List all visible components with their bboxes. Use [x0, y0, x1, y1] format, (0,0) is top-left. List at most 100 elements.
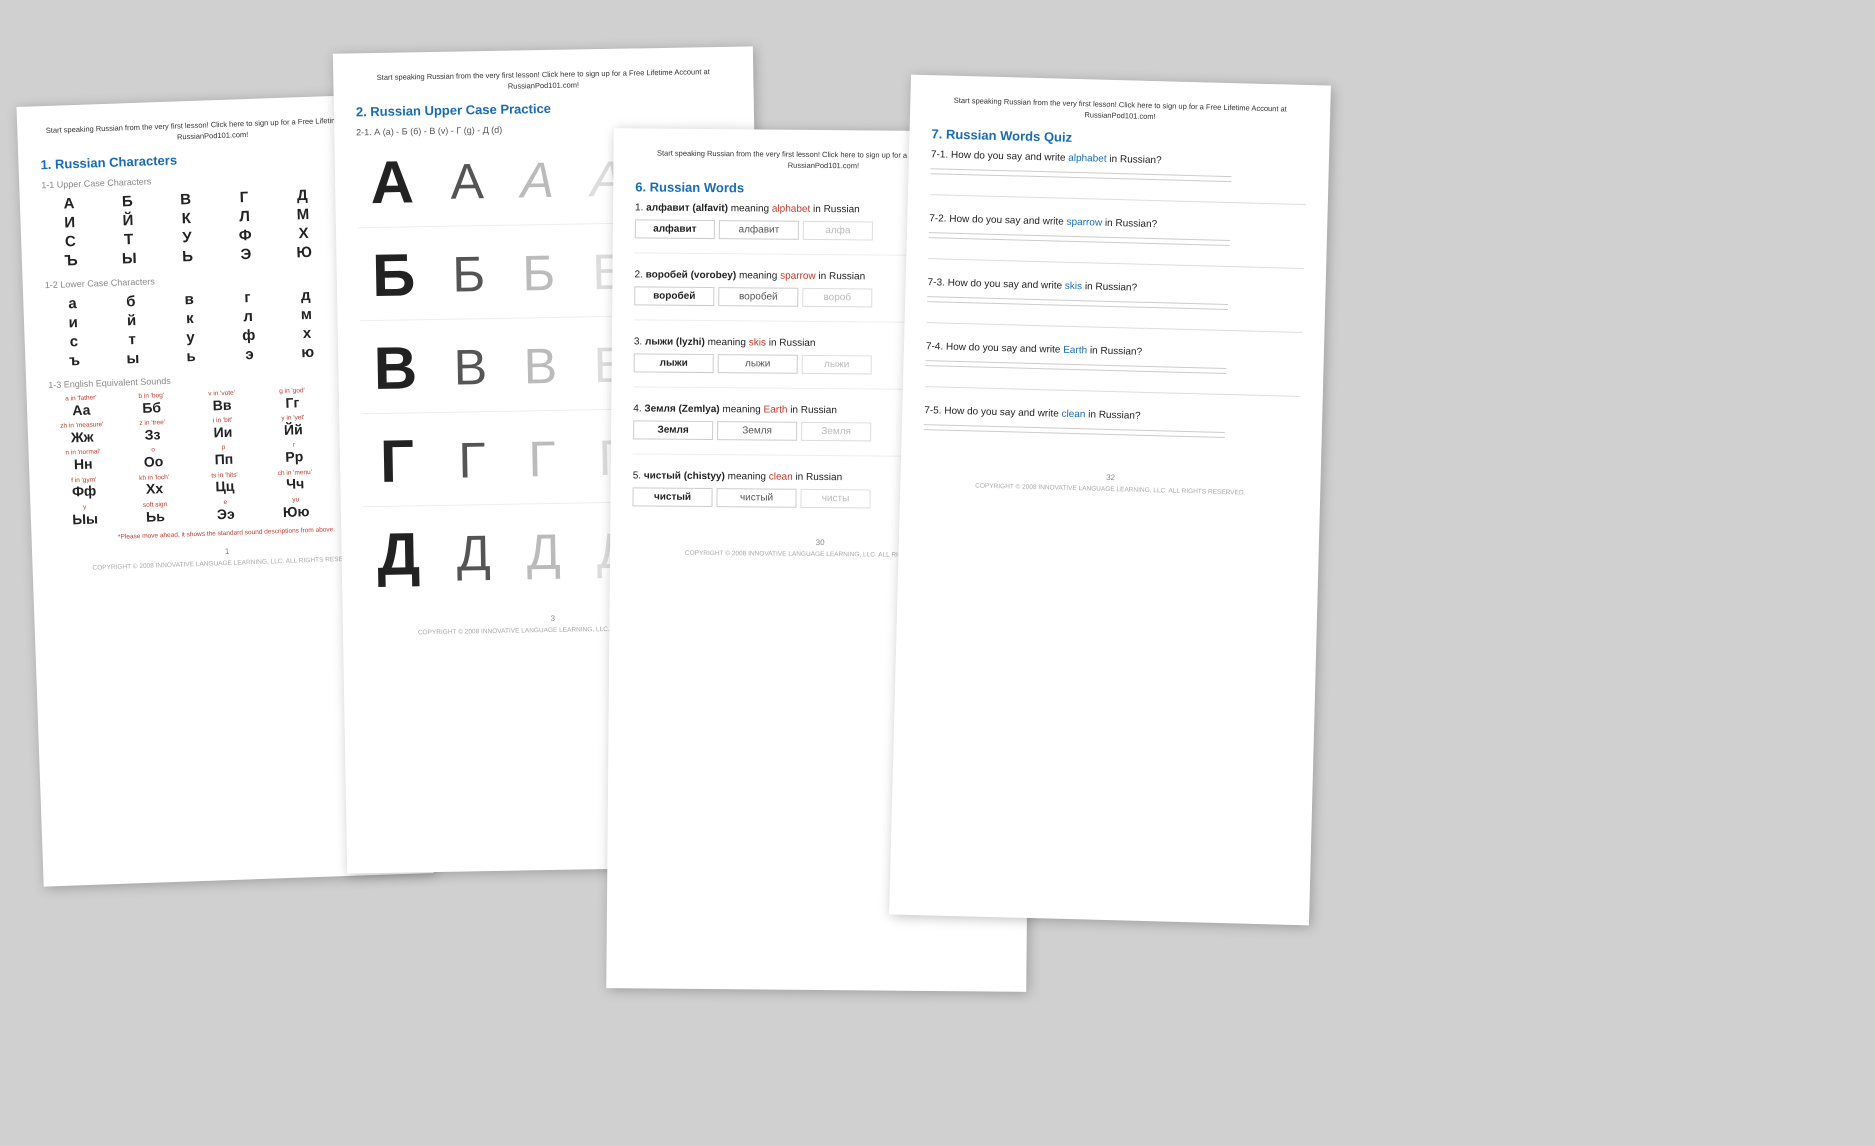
word-box-3a: лыжи	[634, 353, 714, 373]
char-cell: Э	[219, 245, 274, 264]
word-box-3b: лыжи	[718, 354, 798, 374]
quiz-q3-suffix: in Russian?	[1085, 281, 1138, 293]
char-cell: К	[159, 209, 214, 228]
char-cell: А	[42, 194, 97, 213]
equiv-cell: z in 'tree' Зз	[120, 419, 185, 444]
quiz-answer-line-3	[927, 296, 1228, 305]
equiv-cell: kh in 'loch' Хх	[122, 473, 187, 498]
quiz-q1-suffix: in Russian?	[1109, 154, 1162, 166]
quiz-q4-text: How do you say and write	[946, 342, 1064, 356]
char-cell: в	[162, 290, 217, 309]
char-cell: х	[280, 324, 335, 343]
quiz-q-text-1: 7-1. How do you say and write alphabet i…	[931, 149, 1307, 170]
word-lang-3: in Russian	[769, 338, 816, 349]
page4-header: Start speaking Russian from the very fir…	[932, 95, 1308, 126]
equiv-cell: n in 'normal' Нн	[51, 448, 116, 473]
quiz-q3-num: 7-3.	[927, 277, 947, 289]
word-en-3: skis	[749, 337, 766, 348]
quiz-answer-line-2	[929, 232, 1230, 241]
lp-char-d-bold: Д	[363, 524, 434, 585]
char-cell: ъ	[47, 351, 102, 370]
char-cell: б	[103, 292, 158, 311]
quiz-question-2: 7-2. How do you say and write sparrow in…	[928, 213, 1305, 269]
equiv-cell: f in 'gym' Фф	[51, 475, 116, 500]
quiz-answer-line-4	[926, 360, 1227, 369]
lp-char-v-light: В	[510, 341, 571, 392]
lp-char-d-light: Д	[513, 527, 574, 578]
quiz-q4-highlight: Earth	[1063, 345, 1087, 357]
char-cell: И	[42, 213, 97, 232]
quiz-q-text-2: 7-2. How do you say and write sparrow in…	[929, 213, 1305, 234]
quiz-q2-suffix: in Russian?	[1105, 218, 1158, 230]
word-num-4: 4.	[633, 403, 644, 414]
lp-char-g-medium: Г	[442, 435, 503, 486]
lp-char-b-bold: Б	[358, 245, 429, 306]
word-en-4: Earth	[763, 405, 787, 416]
word-box-5a: чистый	[632, 487, 712, 507]
equiv-cell: r Рр	[262, 441, 327, 466]
lp-char-a-light: А	[507, 155, 568, 206]
quiz-q5-text: How do you say and write	[944, 406, 1062, 420]
char-cell: М	[275, 205, 330, 224]
char-cell: Д	[275, 186, 330, 205]
page2-header: Start speaking Russian from the very fir…	[355, 67, 731, 95]
word-box-1b: алфавит	[719, 220, 799, 240]
word-box-1a: алфавит	[635, 219, 715, 239]
char-cell: д	[278, 286, 333, 305]
char-cell: ю	[280, 343, 335, 362]
quiz-question-3: 7-3. How do you say and write skis in Ru…	[927, 277, 1304, 333]
equiv-cell: o Оо	[121, 446, 186, 471]
quiz-q5-num: 7-5.	[924, 405, 944, 417]
word-box-2c: вороб	[802, 288, 872, 308]
char-cell: г	[220, 288, 275, 307]
quiz-question-5: 7-5. How do you say and write clean in R…	[923, 405, 1300, 460]
lp-char-g-bold: Г	[361, 431, 432, 492]
equiv-cell: ch in 'menu' Чч	[263, 468, 328, 493]
quiz-q-text-5: 7-5. How do you say and write clean in R…	[924, 405, 1300, 426]
char-cell: Г	[217, 188, 272, 207]
lp-char-v-bold: В	[360, 338, 431, 399]
char-cell: Ю	[277, 243, 332, 262]
word-en-5: clean	[769, 472, 793, 483]
word-en-2: sparrow	[780, 271, 816, 282]
char-cell: Ы	[102, 249, 157, 268]
equiv-cell: i in 'bit' Ии	[190, 416, 255, 441]
equiv-cell: a in 'father' Аа	[49, 394, 114, 419]
char-cell: Б	[100, 192, 155, 211]
equiv-cell: e Ээ	[193, 498, 258, 523]
word-box-4c: Земля	[801, 422, 871, 442]
word-num-1: 1.	[635, 202, 646, 213]
equiv-cell: p Пп	[191, 443, 256, 468]
word-box-4a: Земля	[633, 420, 713, 440]
word-box-2b: воробей	[718, 287, 798, 307]
lp-char-d-medium: Д	[443, 528, 504, 579]
char-cell: с	[46, 332, 101, 351]
quiz-answer-line-5	[924, 424, 1225, 433]
char-cell: Т	[101, 230, 156, 249]
char-cell: С	[43, 232, 98, 251]
equiv-cell: g in 'god' Гг	[260, 386, 325, 411]
page4-section-title: 7. Russian Words Quiz	[931, 126, 1307, 151]
lp-char-b-light: Б	[508, 248, 569, 299]
word-ru-3: лыжи (lyzhi)	[645, 336, 705, 348]
char-cell: л	[221, 307, 276, 326]
quiz-q2-text: How do you say and write	[949, 214, 1067, 228]
word-num-5: 5.	[633, 470, 644, 481]
quiz-question-1: 7-1. How do you say and write alphabet i…	[930, 149, 1307, 205]
lp-char-g-light: Г	[512, 434, 573, 485]
word-meaning-2: meaning	[739, 270, 780, 281]
quiz-q-text-4: 7-4. How do you say and write Earth in R…	[926, 341, 1302, 362]
quiz-q3-highlight: skis	[1065, 281, 1083, 292]
char-cell: к	[162, 309, 217, 328]
word-ru-2: воробей (vorobey)	[646, 269, 737, 281]
word-box-4b: Земля	[717, 421, 797, 441]
char-cell: т	[105, 330, 160, 349]
char-cell: Ф	[218, 226, 273, 245]
char-cell: ы	[105, 349, 160, 368]
quiz-q-text-3: 7-3. How do you say and write skis in Ru…	[927, 277, 1303, 298]
word-lang-2: in Russian	[818, 271, 865, 282]
word-meaning-5: meaning	[728, 471, 769, 482]
char-cell: Ъ	[44, 251, 99, 270]
quiz-answer-line-1	[931, 168, 1232, 177]
word-box-5b: чистый	[716, 488, 796, 508]
